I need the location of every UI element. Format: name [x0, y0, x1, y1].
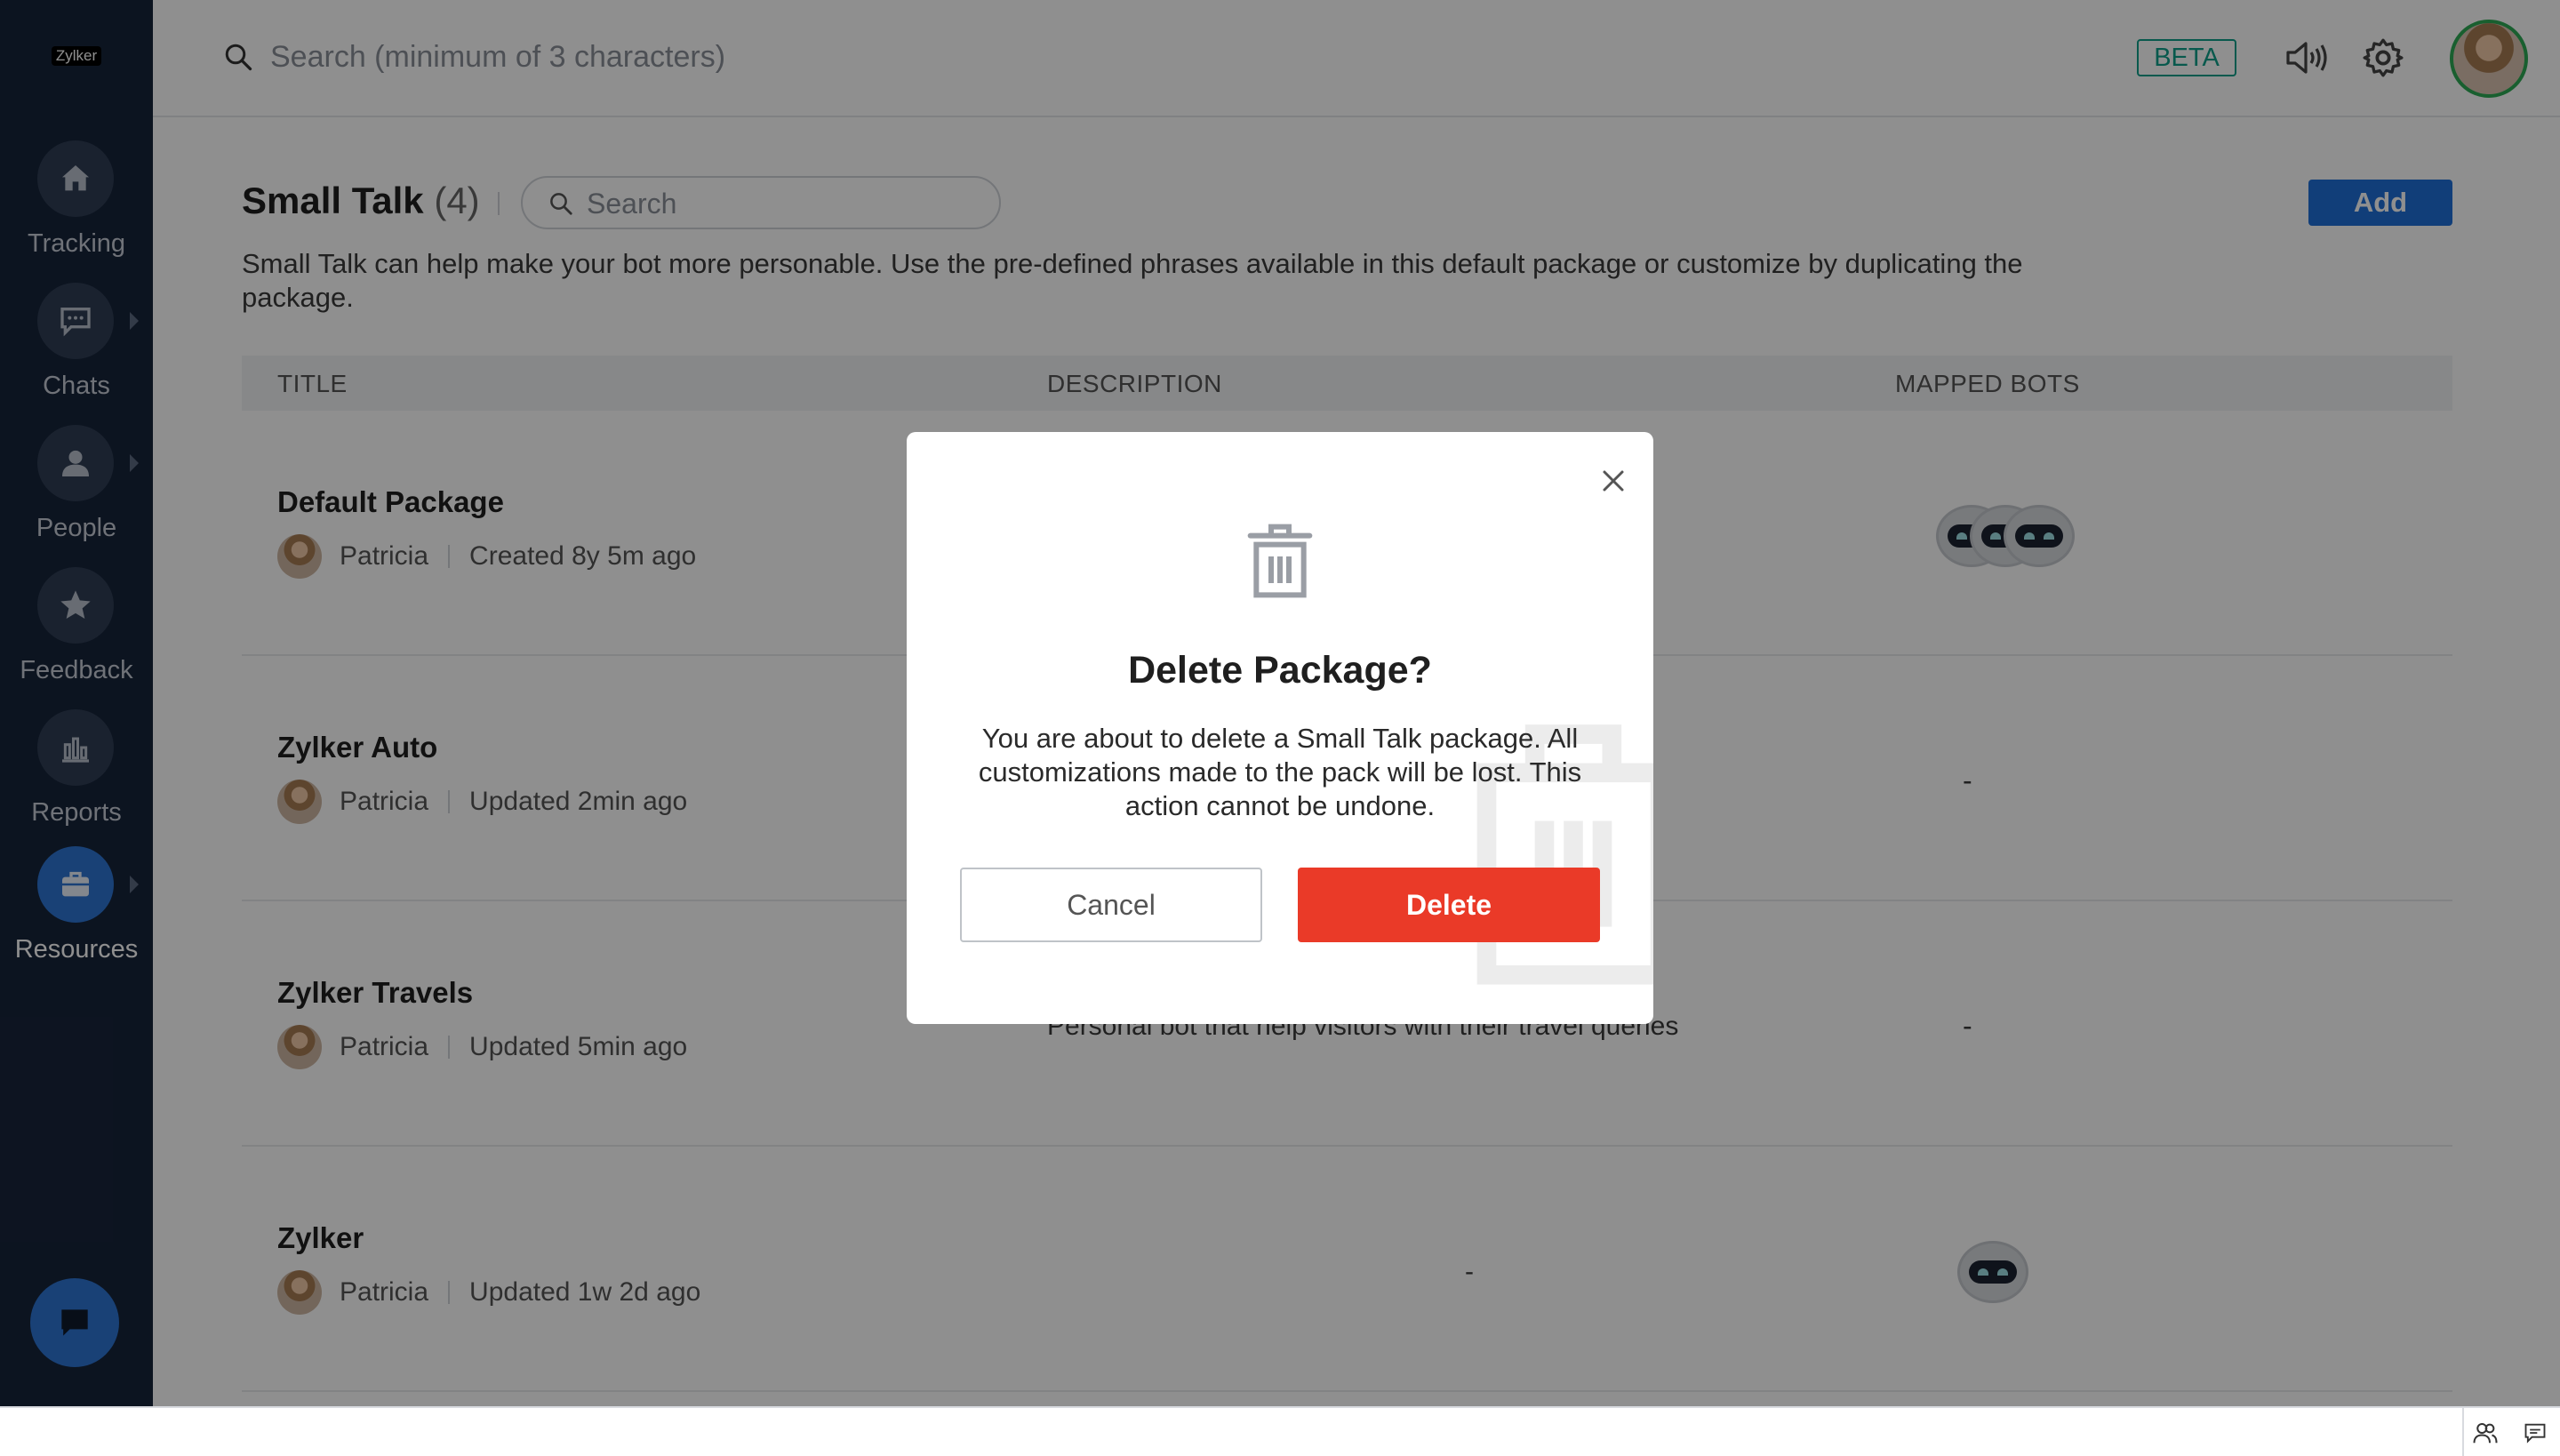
trash-icon	[1247, 524, 1313, 598]
feedback-icon[interactable]	[2519, 1419, 2551, 1447]
users-icon[interactable]	[2469, 1419, 2501, 1447]
divider	[2462, 1408, 2464, 1456]
dialog-message: You are about to delete a Small Talk pac…	[978, 723, 1582, 821]
delete-button[interactable]: Delete	[1298, 868, 1600, 942]
cancel-button[interactable]: Cancel	[960, 868, 1262, 942]
bottom-status-bar	[0, 1406, 2560, 1456]
delete-package-dialog: Delete Package? You are about to delete …	[907, 432, 1653, 1024]
close-button[interactable]	[1591, 459, 1636, 503]
dialog-title: Delete Package?	[1128, 649, 1432, 692]
close-icon	[1603, 470, 1624, 492]
